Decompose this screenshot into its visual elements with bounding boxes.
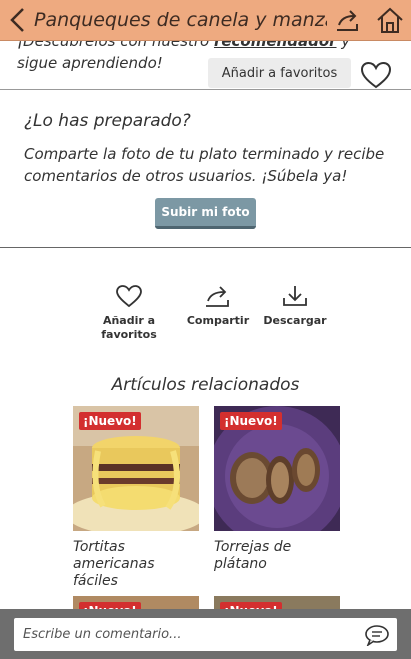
home-button[interactable]	[369, 0, 411, 41]
favorites-action-label-2: favoritos	[101, 328, 157, 341]
related-card-image[interactable]: ¡Nuevo!	[214, 406, 340, 531]
heart-icon	[360, 61, 392, 89]
new-badge: ¡Nuevo!	[79, 412, 141, 430]
new-badge: ¡Nuevo!	[220, 412, 282, 430]
favorites-action[interactable]: Añadir a favoritos	[96, 284, 162, 342]
chevron-left-icon	[10, 8, 24, 32]
comment-bar	[0, 609, 411, 659]
comment-input[interactable]	[14, 627, 357, 642]
add-to-favorites-button[interactable]: Añadir a favoritos	[208, 58, 351, 88]
related-card-title[interactable]: Tortitas americanas fáciles	[73, 539, 199, 590]
back-button[interactable]	[0, 0, 34, 41]
related-card-image[interactable]: ¡Nuevo!	[73, 406, 199, 531]
related-articles-title: Artículos relacionados	[111, 375, 300, 395]
share-button[interactable]	[327, 0, 369, 41]
top-bar: Panqueques de canela y manza	[0, 0, 411, 41]
chat-bubble-icon	[365, 624, 389, 646]
heart-icon	[116, 285, 142, 308]
page-title: Panqueques de canela y manza	[34, 9, 327, 31]
share-action[interactable]: Compartir	[184, 284, 252, 328]
favorites-action-label-1: Añadir a	[102, 314, 156, 327]
photo-upload-section: ¿Lo has preparado? Comparte la foto de t…	[0, 91, 411, 248]
send-comment-button[interactable]	[357, 618, 397, 651]
home-icon	[377, 7, 403, 33]
related-card[interactable]: ¡Nuevo! Torrejas de plátano	[214, 406, 340, 573]
download-action-label: Descargar	[263, 314, 327, 327]
related-card-title[interactable]: Torrejas de plátano	[214, 539, 340, 573]
share-icon	[337, 10, 358, 31]
download-action[interactable]: Descargar	[262, 284, 328, 328]
comment-box	[14, 618, 397, 651]
prepared-description: Comparte la foto de tu plato terminado y…	[24, 145, 385, 185]
share-icon	[206, 286, 229, 307]
share-action-label: Compartir	[186, 314, 250, 327]
download-icon	[283, 286, 307, 306]
prepared-title: ¿Lo has preparado?	[24, 111, 191, 131]
related-card[interactable]: ¡Nuevo! Tortitas americanas fáciles	[73, 406, 199, 590]
favorite-toggle[interactable]	[359, 60, 393, 90]
upload-photo-button[interactable]: Subir mi foto	[155, 198, 256, 229]
